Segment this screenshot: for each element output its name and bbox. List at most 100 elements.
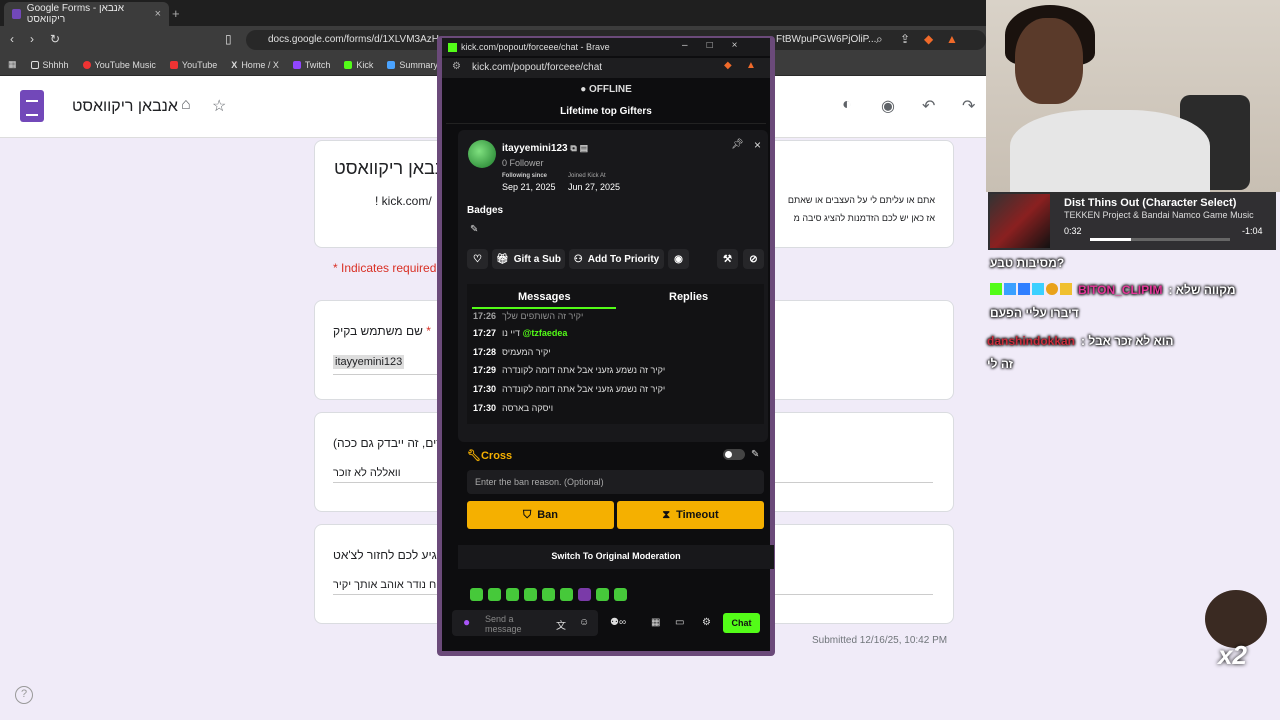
block-button[interactable]: ⊘	[743, 249, 764, 269]
emote-icon[interactable]	[614, 588, 627, 601]
close-card-icon[interactable]: ×	[754, 138, 761, 152]
bookmark-item[interactable]: Shhhh	[30, 60, 69, 70]
maximize-icon[interactable]: □	[707, 40, 732, 51]
url-tail: FtBWpuPGW6PjOliP...	[776, 34, 877, 45]
microphone-icon[interactable]: ●	[463, 615, 470, 629]
preview-eye-icon[interactable]: ◉	[881, 96, 895, 116]
brave-shield-icon[interactable]: ◆	[724, 60, 732, 71]
eye-icon: ◉	[674, 253, 683, 265]
emote-icon[interactable]	[578, 588, 591, 601]
chat-input[interactable]: Send a message	[452, 610, 598, 636]
chat-bubble-icon[interactable]: ▭	[675, 617, 684, 628]
song-progress-fill	[1090, 238, 1131, 241]
question-answer: itayyemini123	[333, 355, 405, 369]
brave-rewards-icon[interactable]: ▲	[746, 60, 756, 71]
calendar-icon[interactable]: ▦	[651, 617, 660, 628]
song-remaining: -1:04	[1242, 226, 1263, 236]
emote-icon[interactable]	[596, 588, 609, 601]
mod-tool-button[interactable]: ⚒	[717, 249, 738, 269]
timeout-button[interactable]: ⧗ Timeout	[617, 501, 764, 529]
zoom-icon[interactable]: ⌕	[876, 32, 883, 47]
favorite-heart-button[interactable]: ♡	[467, 249, 488, 269]
emote-icon[interactable]	[488, 588, 501, 601]
question-label: (צרים, זה ייבדק גם ככה)	[333, 436, 453, 450]
active-tab-indicator	[472, 307, 616, 309]
apps-icon[interactable]: ▦	[8, 59, 17, 70]
profile-card-icon[interactable]: ▤	[580, 143, 589, 153]
edit-badges-icon[interactable]: ✎	[470, 224, 478, 235]
copy-icon[interactable]: ⧉	[570, 143, 576, 153]
emote-icon[interactable]	[560, 588, 573, 601]
folder-icon	[30, 60, 39, 69]
help-icon[interactable]: ?	[15, 686, 33, 704]
ban-reason-input[interactable]: Enter the ban reason. (Optional)	[467, 470, 764, 494]
new-tab-icon[interactable]: +	[172, 6, 180, 21]
emote-icon[interactable]	[506, 588, 519, 601]
gift-sub-button[interactable]: 🎁︎ Gift a Sub	[492, 249, 565, 269]
sword-badge-icon	[1004, 283, 1016, 295]
star-icon[interactable]: ☆	[212, 96, 226, 116]
browser-tab[interactable]: Google Forms - אנבאן ריקוואסט ×	[4, 2, 169, 26]
tab-replies[interactable]: Replies	[669, 291, 708, 303]
emote-icon[interactable]	[524, 588, 537, 601]
url-text: docs.google.com/forms/d/1XLVM3AzHn	[268, 34, 445, 45]
bookmark-item[interactable]: YouTube Music	[82, 60, 156, 70]
emote-icon[interactable]	[470, 588, 483, 601]
username[interactable]: itayyemini123 ⧉ ▤	[502, 143, 588, 154]
edit-icon[interactable]: ✎	[751, 449, 759, 460]
brave-rewards-icon[interactable]: ▲	[946, 32, 958, 46]
palette-icon[interactable]: ◐	[842, 96, 852, 114]
mod-toggle[interactable]	[723, 449, 745, 460]
users-icon[interactable]: ⚉∞	[610, 617, 626, 628]
twitch-icon	[292, 60, 301, 69]
bookmark-icon[interactable]: ▯	[225, 32, 232, 46]
pin-icon[interactable]: 📌︎	[731, 139, 744, 150]
shield-icon: ⛉	[522, 508, 532, 521]
add-to-priority-button[interactable]: ⚇ Add To Priority	[569, 249, 664, 269]
bookmark-item[interactable]: Kick	[344, 60, 373, 70]
reload-icon[interactable]: ↻	[50, 32, 60, 46]
window-controls[interactable]: –□×	[682, 40, 756, 51]
watch-button[interactable]: ◉	[668, 249, 689, 269]
emoji-icon[interactable]: ☺	[579, 617, 589, 628]
popup-address-bar[interactable]: kick.com/popout/forceee/chat	[442, 58, 770, 78]
chat-badges	[990, 283, 1072, 297]
chat-send-button[interactable]: Chat	[723, 613, 760, 633]
brave-shield-icon[interactable]: ◆	[924, 32, 933, 46]
move-to-folder-icon[interactable]: ⌂	[181, 96, 191, 114]
back-icon[interactable]: ‹	[10, 32, 14, 46]
avatar	[468, 140, 496, 168]
ban-button[interactable]: ⛉ Ban	[467, 501, 614, 529]
form-title[interactable]: אנבאן ריקוואסט	[72, 98, 178, 116]
crown-badge-icon	[1060, 283, 1072, 295]
minimize-icon[interactable]: –	[682, 40, 707, 51]
tab-messages[interactable]: Messages	[518, 291, 571, 303]
bookmark-item[interactable]: Twitch	[292, 60, 330, 70]
forward-icon[interactable]: ›	[30, 32, 34, 46]
bookmark-item[interactable]: YouTube	[169, 60, 217, 70]
chat-message: 17:30 ויסקה בארסה	[473, 403, 554, 413]
combo-multiplier: x2	[1218, 640, 1247, 670]
redo-icon[interactable]: ↷	[962, 96, 975, 116]
google-forms-icon[interactable]	[20, 90, 44, 122]
overlay-chat-line: danshindokkan הוא לא זכר אבל :	[987, 334, 1174, 348]
close-tab-icon[interactable]: ×	[155, 8, 161, 20]
overlay-chat-line: זה לי	[987, 357, 1014, 371]
bookmark-item[interactable]: X Home / X	[231, 60, 279, 70]
youtube-music-icon	[82, 60, 91, 69]
submitted-timestamp: Submitted 12/16/25, 10:42 PM	[812, 635, 948, 646]
translate-icon[interactable]: 文	[556, 617, 566, 632]
share-icon[interactable]: ⇪	[900, 32, 910, 46]
settings-gear-icon[interactable]: ⚙	[702, 617, 711, 628]
joined-date: Jun 27, 2025	[568, 182, 621, 192]
webcam-person-face	[1015, 18, 1083, 104]
summary-icon	[387, 60, 396, 69]
switch-moderation-button[interactable]: Switch To Original Moderation	[458, 545, 774, 569]
emote-icon[interactable]	[542, 588, 555, 601]
site-settings-icon[interactable]: ⚙	[452, 61, 461, 72]
close-icon[interactable]: ×	[732, 40, 757, 51]
album-cover	[990, 194, 1050, 248]
undo-icon[interactable]: ↶	[922, 96, 935, 116]
song-elapsed: 0:32	[1064, 226, 1082, 236]
kick-icon	[448, 42, 457, 52]
